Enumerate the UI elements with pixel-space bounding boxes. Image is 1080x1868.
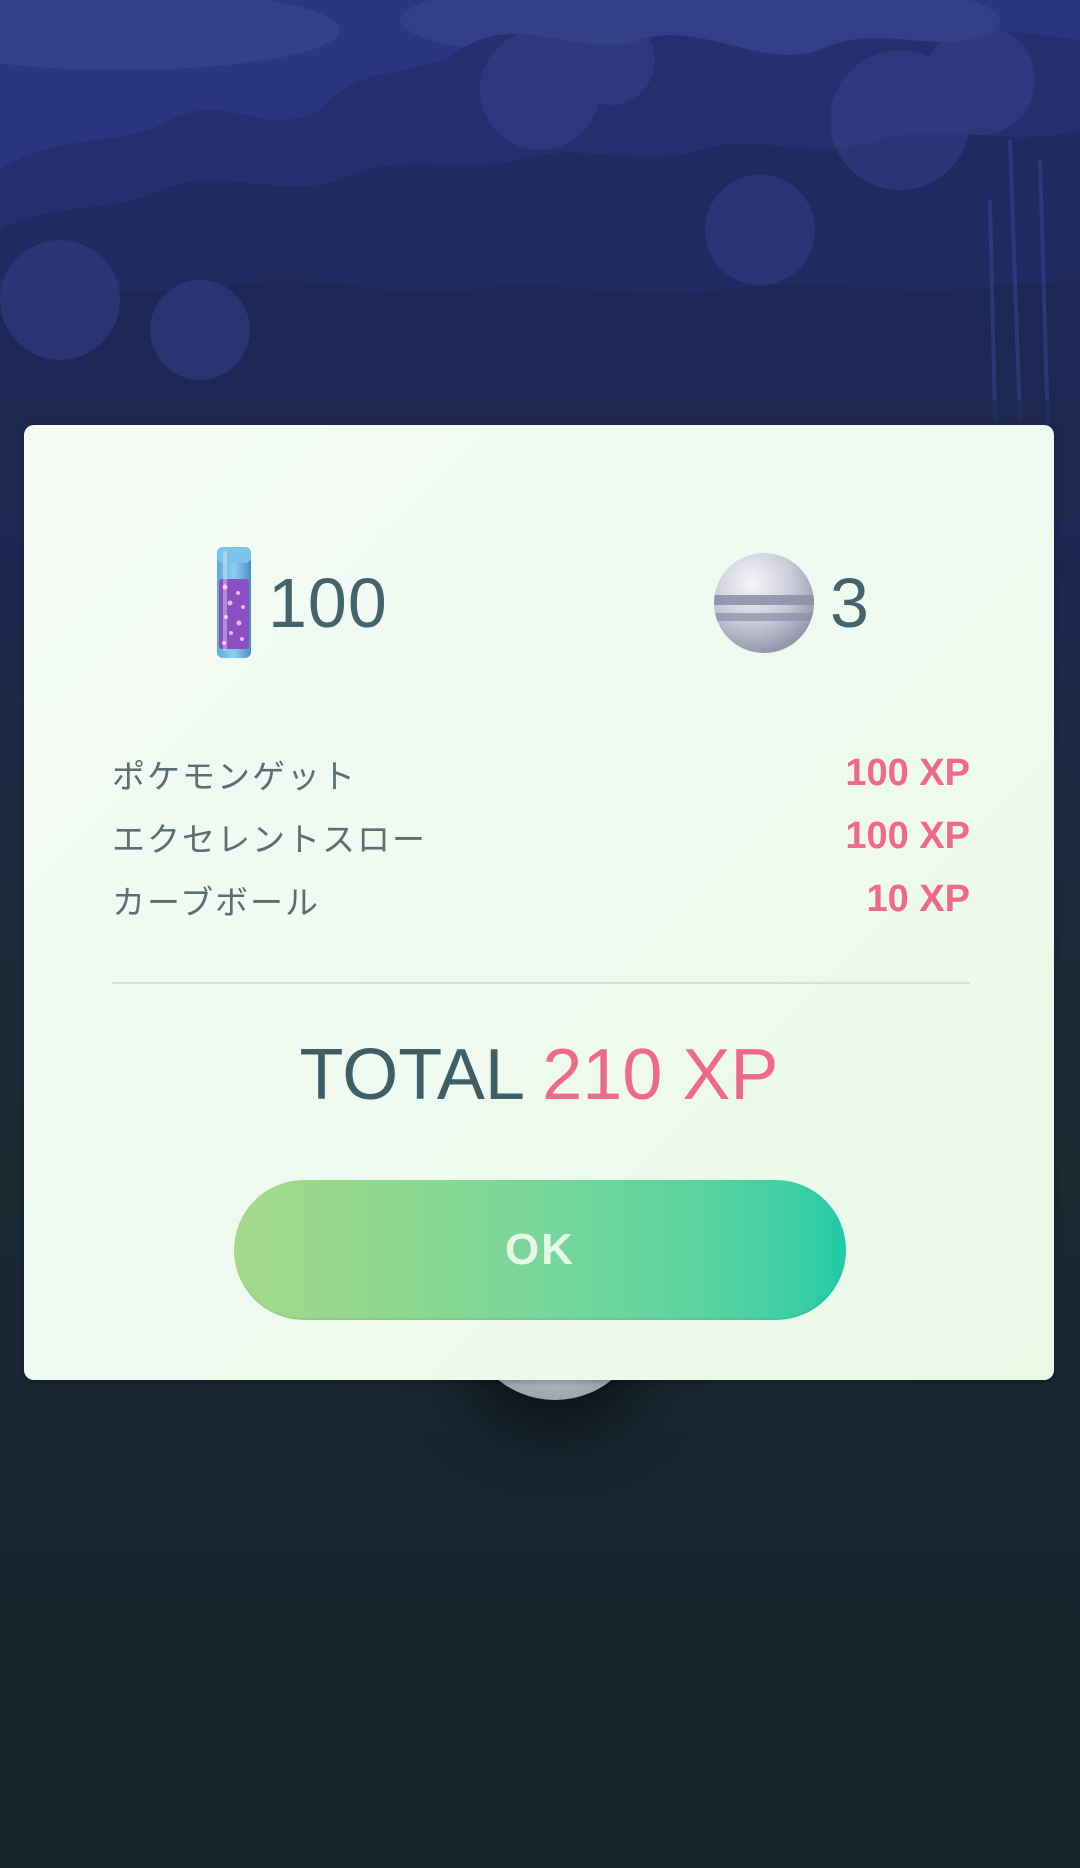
xp-item-value: 100 XP [845, 815, 970, 857]
total-xp: TOTAL 210 XP [24, 1030, 1054, 1120]
stardust-amount: 100 [268, 563, 388, 642]
stardust-icon [217, 547, 251, 658]
ok-button-label: OK [505, 1225, 575, 1274]
reward-dialog: 100 3 ポケモンゲット 100 XP エクセレントスロー 100 XP カー… [24, 425, 1054, 1380]
total-label: TOTAL [299, 1035, 523, 1115]
catch-result-screen: 100 3 ポケモンゲット 100 XP エクセレントスロー 100 XP カー… [0, 0, 1080, 1868]
total-value: 210 XP [542, 1035, 779, 1115]
list-item: ポケモンゲット 100 XP [112, 742, 970, 805]
xp-item-label: ポケモンゲット [112, 756, 357, 796]
xp-item-value: 10 XP [866, 878, 970, 920]
ok-button[interactable]: OK [234, 1180, 846, 1320]
curveball-amount: 3 [830, 563, 870, 642]
xp-item-value: 100 XP [845, 752, 970, 794]
stardust-reward: 100 [214, 545, 388, 660]
divider [112, 982, 970, 984]
xp-item-label: カーブボール [112, 882, 321, 922]
list-item: エクセレントスロー 100 XP [112, 805, 970, 868]
curveball-reward: 3 [712, 545, 870, 660]
xp-item-label: エクセレントスロー [112, 819, 427, 859]
list-item: カーブボール 10 XP [112, 868, 970, 931]
curveball-icon [714, 552, 814, 653]
xp-breakdown-list: ポケモンゲット 100 XP エクセレントスロー 100 XP カーブボール 1… [112, 742, 970, 931]
